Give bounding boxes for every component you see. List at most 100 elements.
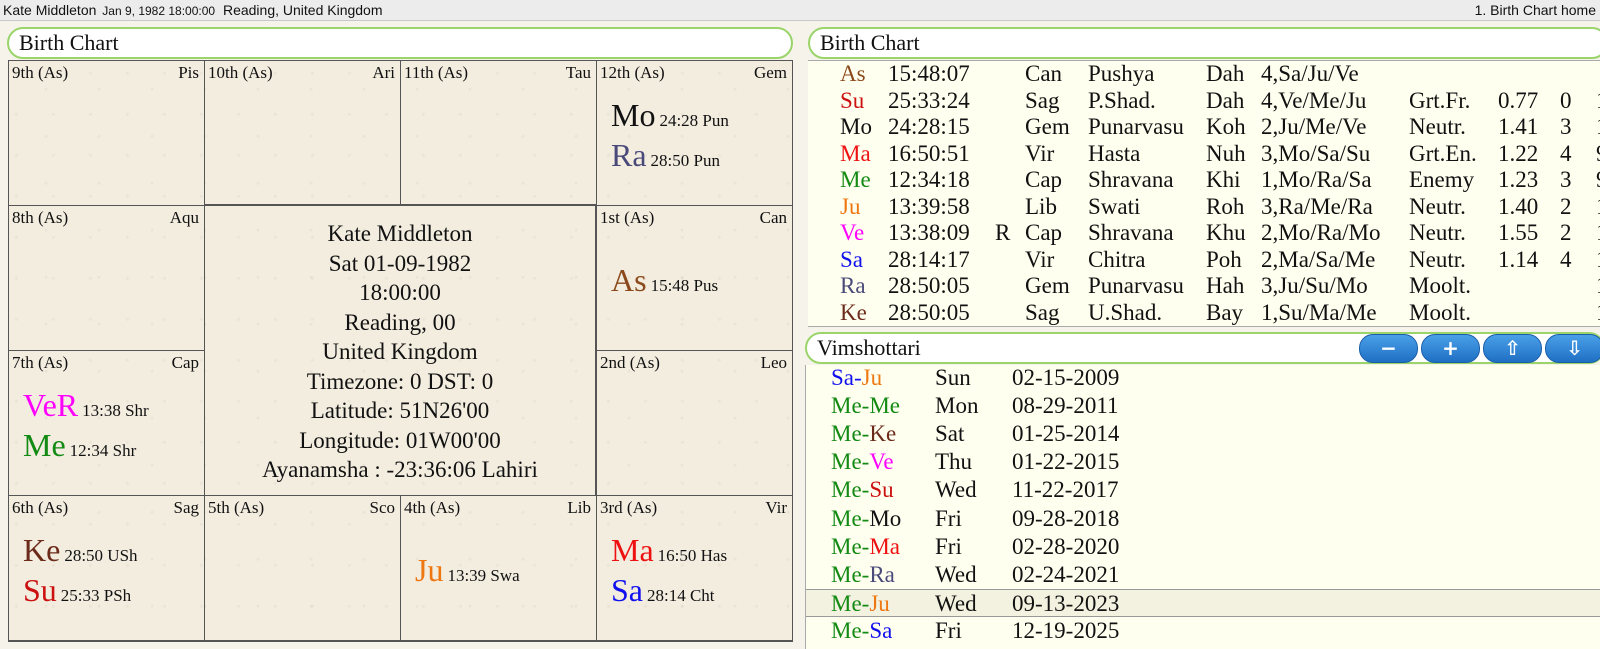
- planet-cell-lord: Dah: [1206, 87, 1245, 113]
- planet-cell-val: 1.22: [1498, 140, 1539, 166]
- house-cell[interactable]: 3rd (As) Vir Ma 16:50 Has Sa 28:14 Cht: [596, 495, 793, 642]
- planet-cell-deg: 13:38:09: [888, 220, 970, 245]
- planet-row[interactable]: Ke 28:50:05 Sag U.Shad. Bay 1,Su/Ma/Me Moolt. 1: [808, 300, 1600, 327]
- dasha-day: Wed: [935, 561, 977, 587]
- center-name: Kate Middleton: [327, 221, 473, 246]
- planet-entry[interactable]: Sa 28:14 Cht: [611, 570, 727, 610]
- planet-row[interactable]: Ve 13:38:09 R Cap Shravana Khu 2,Mo/Ra/Mo Neutr…: [808, 220, 1600, 247]
- house-cell[interactable]: 4th (As) Lib Ju 13:39 Swa: [400, 495, 597, 642]
- planet-entry[interactable]: Su 25:33 PSh: [23, 570, 138, 610]
- collapse-button[interactable]: −: [1359, 334, 1418, 363]
- planet-cell-deg: 28:50:05: [888, 273, 970, 298]
- dasha-lord: Me: [831, 533, 862, 559]
- dasha-period: Me-Ke: [831, 420, 896, 448]
- house-cell[interactable]: 5th (As) Sco: [204, 495, 401, 642]
- planet-entry[interactable]: Ke 28:50 USh: [23, 530, 138, 570]
- planet-cell-planet: Sa: [840, 246, 863, 272]
- dasha-day: Wed: [935, 477, 977, 503]
- planet-entry[interactable]: Me 12:34 Shr: [23, 425, 149, 465]
- house-cell[interactable]: 7th (As) Cap VeR 13:38 Shr Me 12:34 Shr: [8, 350, 205, 496]
- dasha-row[interactable]: Me-Me Mon 08-29-2011: [806, 392, 1600, 421]
- planet-cell-val: 1.23: [1498, 167, 1539, 192]
- house-cell[interactable]: 9th (As) Pis: [8, 60, 205, 206]
- planet-cell-n: 2: [1560, 193, 1572, 219]
- dasha-row[interactable]: Me-Ma Fri 02-28-2020: [806, 533, 1600, 562]
- dasha-row[interactable]: Me-Sa Fri 12-19-2025: [806, 617, 1600, 646]
- dasha-row[interactable]: Me-Ve Thu 01-22-2015: [806, 448, 1600, 477]
- house-name: 1st (As): [600, 208, 655, 227]
- dasha-row[interactable]: Me-Ke Sat 01-25-2014: [806, 420, 1600, 449]
- birth-chart-home-link[interactable]: 1. Birth Chart home: [1475, 0, 1596, 20]
- planet-cell-planet: Mo: [840, 114, 872, 139]
- planet-cell-n: 0: [1560, 87, 1572, 113]
- house-name: 2nd (As): [600, 353, 660, 372]
- antardasha-lord: Ju: [869, 590, 890, 616]
- planet-row[interactable]: Ra 28:50:05 Gem Punarvasu Hah 3,Ju/Su/Mo Moolt…: [808, 273, 1600, 300]
- dasha-row[interactable]: Sa-Ju Sun 02-15-2009: [806, 365, 1600, 393]
- dasha-row[interactable]: Me-Ra Wed 02-24-2021: [806, 561, 1600, 590]
- house-cell[interactable]: 8th (As) Aqu: [8, 205, 205, 351]
- antardasha-lord: Sa: [869, 617, 893, 643]
- dasha-row[interactable]: Me-Mo Fri 09-28-2018: [806, 505, 1600, 534]
- planet-cell-deg: 15:48:07: [888, 61, 970, 86]
- house-cell[interactable]: 10th (As) Ari: [204, 60, 401, 206]
- house-cell[interactable]: 12th (As) Gem Mo 24:28 Pun Ra 28:50 Pun: [596, 60, 793, 206]
- planet-row[interactable]: Su 25:33:24 Sag P.Shad. Dah 4,Ve/Me/Ju Grt.Fr.…: [808, 88, 1600, 115]
- planet-row[interactable]: As 15:48:07 Can Pushya Dah 4,Sa/Ju/Ve: [808, 61, 1600, 88]
- planet-cell-planet: As: [840, 61, 866, 86]
- house-cell[interactable]: 6th (As) Sag Ke 28:50 USh Su 25:33 PSh: [8, 495, 205, 642]
- planet-entry[interactable]: Ju 13:39 Swa: [415, 550, 520, 590]
- dasha-day: Wed: [935, 590, 977, 616]
- antardasha-lord: Ju: [861, 365, 883, 390]
- planet-row[interactable]: Ma 16:50:51 Vir Hasta Nuh 3,Mo/Sa/Su Grt.En. 1.…: [808, 141, 1600, 168]
- planet-cell-nak: Punarvasu: [1088, 273, 1184, 298]
- dasha-day: Fri: [935, 533, 962, 559]
- dasha-row[interactable]: Me-Su Wed 11-22-2017: [806, 476, 1600, 505]
- dasha-lord: Me: [831, 393, 862, 419]
- house-sign: Sag: [173, 498, 200, 517]
- planet-cell-retro: R: [995, 220, 1011, 245]
- planet-row[interactable]: Me 12:34:18 Cap Shravana Khi 1,Mo/Ra/Sa Enemy 1…: [808, 167, 1600, 194]
- scroll-down-button[interactable]: ⇩: [1545, 334, 1600, 363]
- center-country: United Kingdom: [322, 339, 478, 364]
- planet-cell-nak: Shravana: [1088, 220, 1174, 245]
- planet-cell-pada: 1,Su/Ma/Me: [1261, 299, 1377, 325]
- house-cell[interactable]: 2nd (As) Leo: [596, 350, 793, 496]
- planet-cell-pada: 2,Ju/Me/Ve: [1261, 114, 1367, 139]
- center-latitude: Latitude: 51N26'00: [310, 398, 490, 423]
- planet-cell-planet: Ju: [840, 193, 861, 219]
- planet-entry[interactable]: Mo 24:28 Pun: [611, 95, 729, 135]
- scroll-up-button[interactable]: ⇧: [1483, 334, 1542, 363]
- planet-cell-x: 1: [1596, 88, 1600, 114]
- center-longitude: Longitude: 01W00'00: [299, 427, 501, 453]
- dasha-date: 02-24-2021: [1012, 561, 1120, 587]
- planet-row[interactable]: Sa 28:14:17 Vir Chitra Poh 2,Ma/Sa/Me Neutr. 1.…: [808, 247, 1600, 274]
- top-bar: Kate Middleton Jan 9, 1982 18:00:00 Read…: [0, 0, 1600, 21]
- planet-row[interactable]: Ju 13:39:58 Lib Swati Roh 3,Ra/Me/Ra Neutr. 1.4…: [808, 194, 1600, 221]
- house-sign: Cap: [171, 353, 199, 372]
- vimshottari-dasha-table: Sa-Ju Sun 02-15-2009 Me-Me Mon 08-29-2011 Me-K…: [805, 365, 1600, 649]
- house-name: 10th (As): [208, 63, 273, 82]
- dasha-day: Fri: [935, 617, 962, 643]
- planet-entry[interactable]: As 15:48 Pus: [611, 260, 718, 300]
- subject-name: Kate Middleton: [3, 2, 97, 18]
- planet-entry[interactable]: Ra 28:50 Pun: [611, 135, 729, 175]
- planet-cell-deg: 12:34:18: [888, 167, 970, 192]
- planet-cell-pada: 2,Mo/Ra/Mo: [1261, 220, 1381, 245]
- planet-entry[interactable]: Ma 16:50 Has: [611, 530, 727, 570]
- center-city: Reading, 00: [344, 309, 456, 335]
- planet-list: VeR 13:38 Shr Me 12:34 Shr: [23, 385, 149, 465]
- dasha-row[interactable]: Me-Ju Wed 09-13-2023: [806, 588, 1600, 618]
- dasha-date: 09-28-2018: [1012, 505, 1120, 531]
- house-cell[interactable]: 11th (As) Tau: [400, 60, 597, 206]
- dasha-date: 01-25-2014: [1012, 421, 1120, 447]
- planet-cell-deg: 16:50:51: [888, 140, 970, 166]
- expand-button[interactable]: +: [1421, 334, 1480, 363]
- house-cell[interactable]: 1st (As) Can As 15:48 Pus: [596, 205, 793, 351]
- planet-row[interactable]: Mo 24:28:15 Gem Punarvasu Koh 2,Ju/Me/Ve Neutr…: [808, 114, 1600, 141]
- planet-position-table: As 15:48:07 Can Pushya Dah 4,Sa/Ju/Ve Su 25:33:…: [808, 60, 1600, 327]
- center-ayanamsha: Ayanamsha : -23:36:06 Lahiri: [262, 457, 538, 482]
- dasha-day: Fri: [935, 505, 962, 531]
- planet-entry[interactable]: VeR 13:38 Shr: [23, 385, 149, 425]
- planet-list: Ju 13:39 Swa: [415, 550, 520, 590]
